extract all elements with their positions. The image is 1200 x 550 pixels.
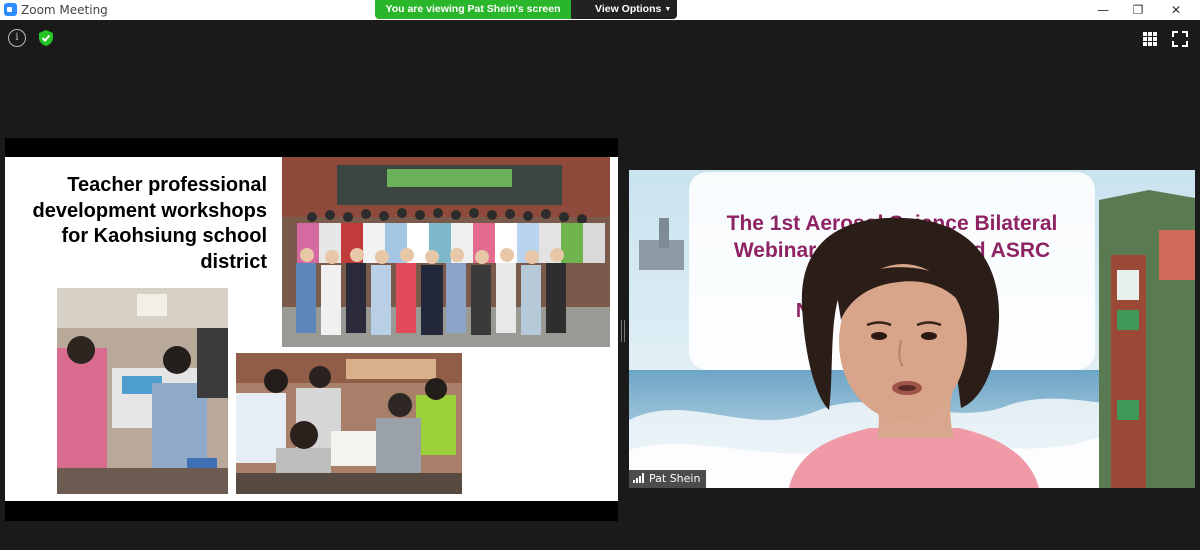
restore-button[interactable]: ❐ <box>1118 0 1158 20</box>
group-photo <box>282 157 610 347</box>
close-button[interactable]: ✕ <box>1156 0 1196 20</box>
view-options-button[interactable]: View Options ▼ <box>571 0 677 19</box>
presentation-slide: Teacher professional development worksho… <box>5 157 618 501</box>
signal-strength-icon <box>633 473 644 483</box>
chevron-down-icon: ▼ <box>664 6 672 13</box>
participant-video <box>789 217 1039 488</box>
zoom-app-icon <box>4 3 17 16</box>
participant-video-panel: The 1st Aerosol Science Bilateral Webina… <box>629 170 1195 488</box>
panel-resize-handle[interactable] <box>621 320 625 342</box>
share-status-text: You are viewing Pat Shein's screen <box>375 0 571 19</box>
gallery-view-icon[interactable] <box>1142 31 1158 47</box>
screen-share-banner: You are viewing Pat Shein's screen View … <box>375 0 677 19</box>
participant-name: Pat Shein <box>649 472 701 485</box>
fullscreen-icon[interactable] <box>1172 31 1188 47</box>
shield-icon[interactable] <box>37 29 55 47</box>
minimize-button[interactable]: — <box>1083 0 1123 20</box>
window-title: Zoom Meeting <box>21 3 108 17</box>
classroom-photo-right <box>236 353 462 494</box>
shared-screen-panel: Teacher professional development worksho… <box>5 138 618 521</box>
info-icon[interactable]: i <box>8 29 26 47</box>
participant-name-tag: Pat Shein <box>629 470 707 488</box>
classroom-photo-left <box>57 288 228 494</box>
slide-title: Teacher professional development worksho… <box>32 174 268 273</box>
view-options-label: View Options <box>595 3 662 15</box>
